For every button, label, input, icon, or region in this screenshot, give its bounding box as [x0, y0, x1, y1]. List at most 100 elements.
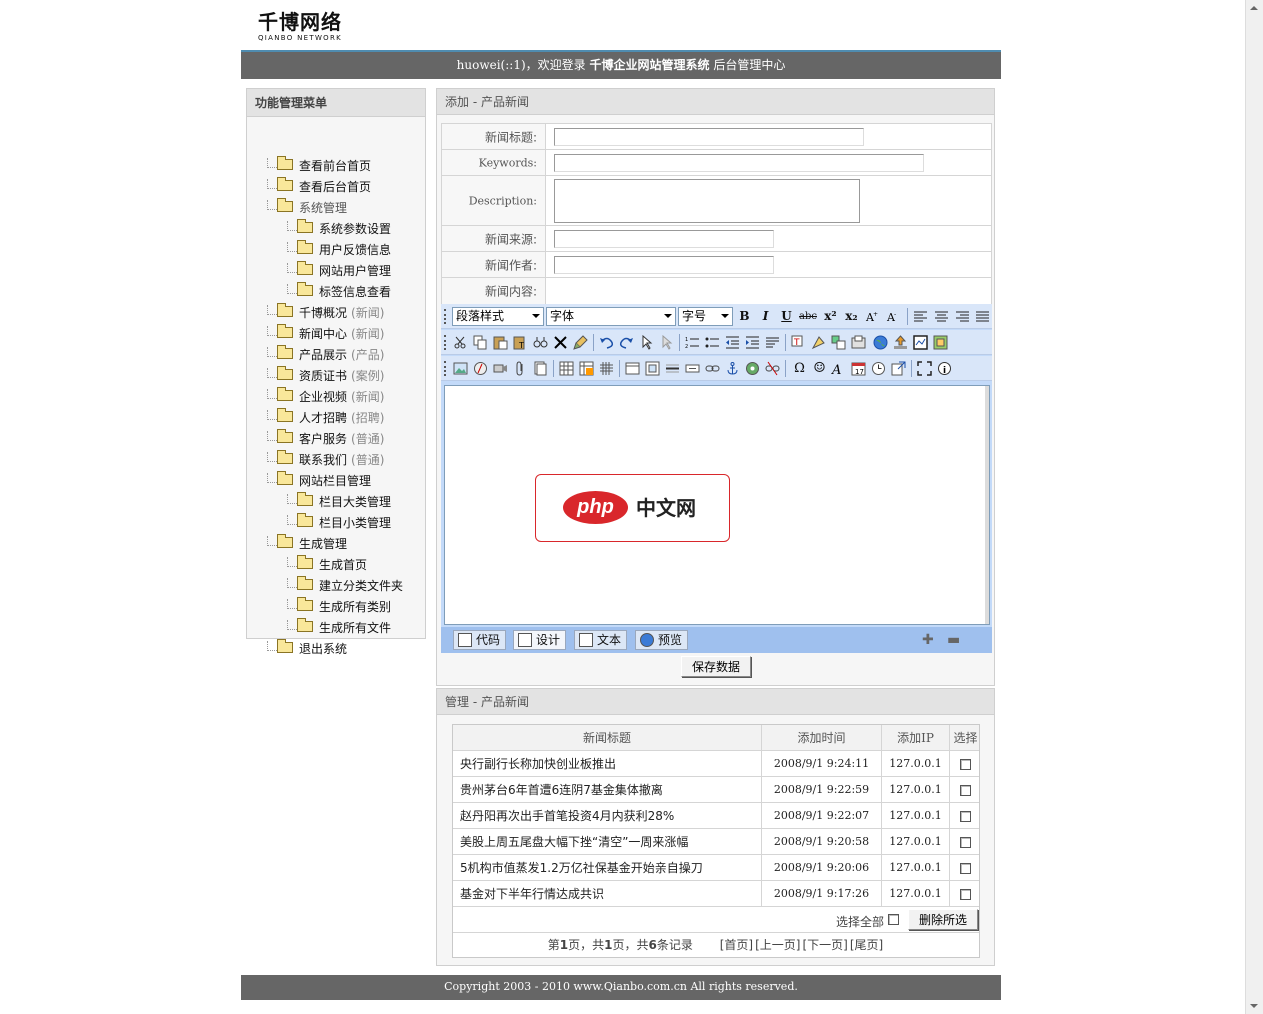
date-icon[interactable]: 17 — [851, 361, 866, 376]
insert-table-icon[interactable] — [559, 361, 574, 376]
special-char-icon[interactable]: Ω — [791, 360, 808, 377]
find-icon[interactable] — [533, 335, 548, 350]
upload-icon[interactable] — [893, 335, 908, 350]
sidebar-item-certificates[interactable]: 资质证书 (案例) — [267, 366, 384, 386]
source-input[interactable] — [554, 230, 774, 248]
sidebar-item-tags[interactable]: 标签信息查看 — [287, 282, 391, 302]
first-page-link[interactable]: [首页] — [720, 938, 753, 952]
map-icon[interactable] — [745, 361, 760, 376]
increase-font-icon[interactable]: A + — [865, 309, 880, 324]
paste-text-icon[interactable]: T — [513, 335, 528, 350]
shrink-editor-icon[interactable]: ▬ — [947, 633, 960, 647]
sidebar-item-major-columns[interactable]: 栏目大类管理 — [287, 492, 391, 512]
insert-flash-icon[interactable] — [473, 361, 488, 376]
bold-button[interactable]: B — [736, 308, 753, 325]
news-title-link[interactable]: 央行副行长称加快创业板推出 — [453, 751, 762, 777]
scroll-down-icon[interactable] — [1250, 1004, 1258, 1008]
save-button[interactable]: 保存数据 — [681, 656, 751, 677]
anchor-icon[interactable] — [725, 361, 740, 376]
sidebar-item-generate-categories[interactable]: 生成所有类别 — [287, 597, 391, 617]
row-checkbox[interactable] — [960, 759, 971, 770]
paste-icon[interactable] — [493, 335, 508, 350]
tab-text[interactable]: 文本 — [574, 630, 628, 650]
sidebar-item-overview[interactable]: 千博概况 (新闻) — [267, 303, 384, 323]
next-page-link[interactable]: [下一页] — [802, 938, 847, 952]
sidebar-item-video[interactable]: 企业视频 (新闻) — [267, 387, 384, 407]
select-all-pointer-icon[interactable] — [659, 334, 674, 350]
sidebar-item-minor-columns[interactable]: 栏目小类管理 — [287, 513, 391, 533]
window-scrollbar[interactable] — [1245, 0, 1263, 1014]
row-checkbox[interactable] — [960, 785, 971, 796]
ordered-list-icon[interactable]: 12 — [685, 335, 700, 350]
news-title-link[interactable]: 美股上周五尾盘大幅下挫“清空”一周来涨幅 — [453, 829, 762, 855]
insert-image-icon[interactable] — [453, 361, 468, 376]
highlight-icon[interactable] — [811, 335, 826, 350]
tab-preview[interactable]: 预览 — [635, 630, 689, 650]
form-icon[interactable] — [913, 335, 928, 350]
align-justify-icon[interactable] — [975, 309, 990, 324]
scroll-up-icon[interactable] — [1250, 6, 1258, 10]
insert-file-icon[interactable] — [533, 361, 548, 376]
align-left-icon[interactable] — [913, 309, 928, 324]
art-text-icon[interactable]: A — [831, 361, 846, 378]
sidebar-item-columns[interactable]: 网站栏目管理 — [267, 471, 371, 491]
time-icon[interactable] — [871, 361, 886, 376]
expand-editor-icon[interactable]: ✚ — [922, 633, 934, 647]
select-all-checkbox[interactable] — [888, 914, 899, 925]
italic-button[interactable]: I — [757, 308, 774, 325]
marquee-icon[interactable] — [685, 361, 700, 376]
horizontal-rule-icon[interactable] — [665, 361, 680, 376]
about-icon[interactable]: i — [937, 361, 952, 376]
insert-media-icon[interactable] — [493, 361, 508, 376]
font-select[interactable]: 字体 — [546, 307, 676, 326]
sidebar-item-generate-files[interactable]: 生成所有文件 — [287, 618, 391, 638]
globe-icon[interactable] — [873, 335, 888, 350]
sidebar-item-products[interactable]: 产品展示 (产品) — [267, 345, 384, 365]
unlink-icon[interactable] — [765, 361, 780, 376]
strikethrough-button[interactable]: abc — [797, 308, 819, 325]
author-input[interactable] — [554, 256, 774, 274]
news-title-link[interactable]: 贵州茅台6年首遭6连阴7基金集体撤离 — [453, 777, 762, 803]
import-icon[interactable] — [891, 361, 906, 376]
sidebar-item-create-folders[interactable]: 建立分类文件夹 — [287, 576, 403, 596]
decrease-font-icon[interactable]: A- — [886, 309, 901, 324]
sidebar-item-feedback[interactable]: 用户反馈信息 — [287, 240, 391, 260]
sidebar-item-params[interactable]: 系统参数设置 — [287, 219, 391, 239]
outdent-icon[interactable] — [725, 335, 740, 350]
format-brush-icon[interactable] — [573, 335, 588, 350]
text-color-icon[interactable]: T — [791, 335, 806, 350]
news-title-link[interactable]: 基金对下半年行情达成共识 — [453, 881, 762, 907]
paragraph-icon[interactable] — [765, 335, 780, 350]
page-properties-icon[interactable] — [851, 335, 866, 350]
align-right-icon[interactable] — [955, 309, 970, 324]
last-page-link[interactable]: [尾页] — [850, 938, 883, 952]
sidebar-item-view-backend[interactable]: 查看后台首页 — [267, 177, 371, 197]
attachment-icon[interactable] — [513, 361, 528, 376]
font-size-select[interactable]: 字号 — [678, 307, 733, 326]
insert-layer-icon[interactable] — [625, 361, 640, 376]
grid-icon[interactable] — [599, 361, 614, 376]
paragraph-style-select[interactable]: 段落样式 — [452, 307, 544, 326]
table-properties-icon[interactable] — [831, 335, 846, 350]
sidebar-item-users[interactable]: 网站用户管理 — [287, 261, 391, 281]
row-checkbox[interactable] — [960, 811, 971, 822]
sidebar-item-view-frontend[interactable]: 查看前台首页 — [267, 156, 371, 176]
fullscreen-icon[interactable] — [917, 361, 932, 376]
news-title-link[interactable]: 5机构市值蒸发1.2万亿社保基金开始亲自操刀 — [453, 855, 762, 881]
row-checkbox[interactable] — [960, 863, 971, 874]
editor-content-area[interactable]: php 中文网 — [444, 385, 990, 625]
sidebar-item-logout[interactable]: 退出系统 — [267, 639, 347, 659]
delete-selected-button[interactable]: 删除所选 — [908, 909, 978, 930]
sidebar-item-contact[interactable]: 联系我们 (普通) — [267, 450, 384, 470]
insert-iframe-icon[interactable] — [645, 361, 660, 376]
sidebar-item-news[interactable]: 新闻中心 (新闻) — [267, 324, 384, 344]
image-gallery-icon[interactable] — [933, 335, 948, 350]
prev-page-link[interactable]: [上一页] — [755, 938, 800, 952]
sidebar-item-system[interactable]: 系统管理 — [267, 198, 347, 218]
table-menu-icon[interactable] — [579, 361, 594, 376]
keywords-input[interactable] — [554, 154, 924, 172]
redo-icon[interactable] — [619, 335, 634, 350]
select-pointer-icon[interactable] — [639, 334, 654, 350]
tab-design[interactable]: 设计 — [513, 630, 567, 650]
row-checkbox[interactable] — [960, 837, 971, 848]
